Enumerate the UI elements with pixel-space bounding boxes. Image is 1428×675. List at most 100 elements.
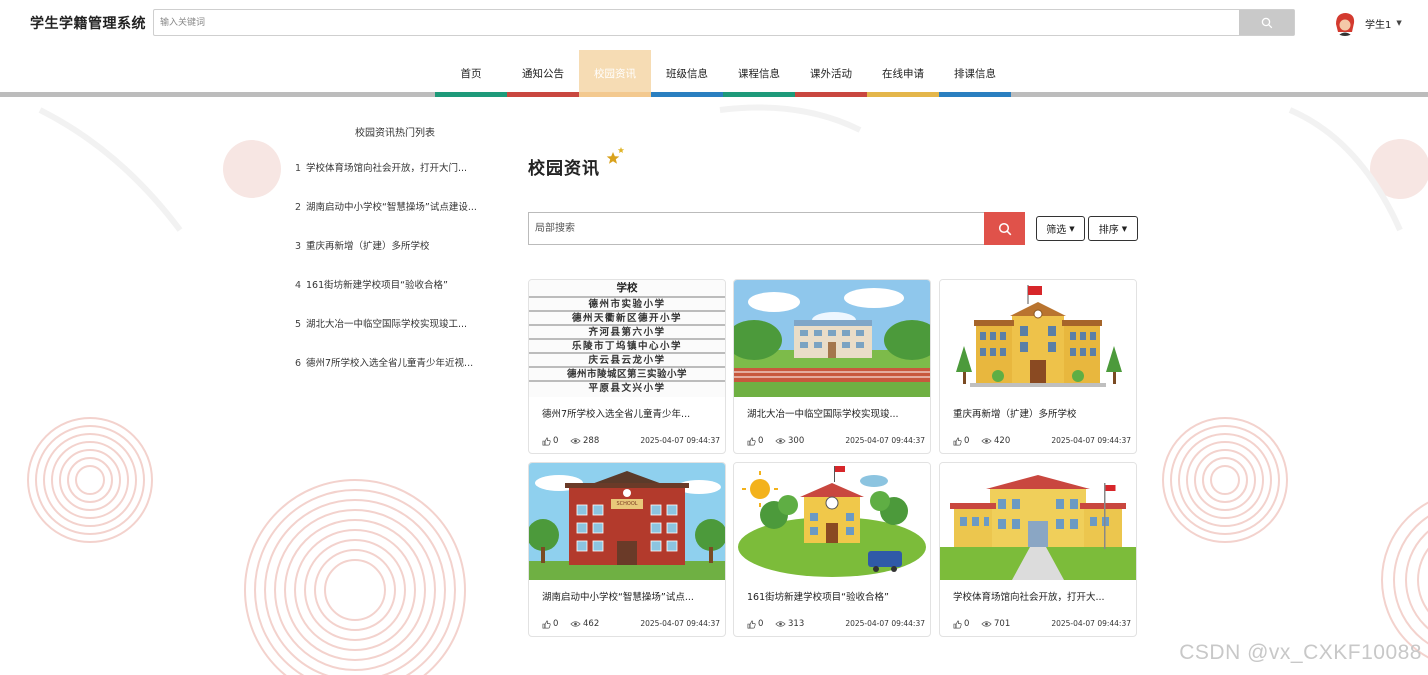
thumbs-up-icon	[953, 620, 962, 628]
like-count[interactable]: 0	[747, 436, 763, 446]
list-item[interactable]: 4 161街坊新建学校项目“验收合格”	[290, 277, 500, 316]
like-count[interactable]: 0	[747, 619, 763, 629]
nav-item-course-info[interactable]: 课程信息	[723, 50, 795, 97]
top-header: 学生学籍管理系统 学生1 ▼	[0, 0, 1428, 46]
chevron-down-icon: ▼	[1121, 224, 1128, 233]
list-item[interactable]: 5 湖北大冶一中临空国际学校实现竣工...	[290, 316, 500, 355]
global-search-box	[153, 9, 1295, 36]
publish-time: 2025-04-07 09:44:37	[845, 436, 925, 445]
table-row: 德州市实验小学	[588, 299, 666, 310]
list-item[interactable]: 6 德州7所学校入选全省儿童青少年近视...	[290, 355, 500, 394]
news-card[interactable]: 161街坊新建学校项目“验收合格” 0 313 2025-04-07 09:44…	[733, 462, 931, 637]
global-search-input[interactable]	[154, 10, 1240, 35]
publish-time: 2025-04-07 09:44:37	[640, 436, 720, 445]
news-card-meta: 0 701 2025-04-07 09:44:37	[953, 619, 1131, 631]
like-count[interactable]: 0	[953, 436, 969, 446]
thumbs-up-icon	[747, 437, 756, 445]
nav-item-class-info[interactable]: 班级信息	[651, 50, 723, 97]
table-header: 学校	[616, 282, 638, 294]
news-card[interactable]: 学校 德州市实验小学 德州天衢新区德开小学 齐河县第六小学 乐陵市丁坞镇中心小学…	[528, 279, 726, 454]
news-card[interactable]: 重庆再新增（扩建）多所学校 0 420 2025-04-07 09:44:37	[939, 279, 1137, 454]
chevron-down-icon[interactable]: ▼	[1396, 19, 1401, 27]
news-card-meta: 0 462 2025-04-07 09:44:37	[542, 619, 720, 631]
eye-icon	[570, 438, 581, 444]
watermark: CSDN @vx_CXKF10088	[1179, 641, 1422, 664]
view-count: 420	[981, 436, 1010, 446]
view-count: 701	[981, 619, 1010, 629]
table-row: 乐陵市丁坞镇中心小学	[571, 341, 682, 352]
like-count[interactable]: 0	[953, 619, 969, 629]
table-row: 平原县文兴小学	[588, 383, 666, 394]
news-card-title: 湖北大冶一中临空国际学校实现竣...	[747, 409, 899, 420]
view-count: 288	[570, 436, 599, 446]
search-icon	[1261, 17, 1272, 28]
nav-item-activities[interactable]: 课外活动	[795, 50, 867, 97]
table-row: 齐河县第六小学	[588, 327, 666, 338]
eye-icon	[775, 438, 786, 444]
nav-item-schedule[interactable]: 排课信息	[939, 50, 1011, 97]
news-card-meta: 0 288 2025-04-07 09:44:37	[542, 436, 720, 448]
publish-time: 2025-04-07 09:44:37	[1051, 619, 1131, 628]
news-thumbnail	[734, 463, 930, 580]
nav-item-online-apply[interactable]: 在线申请	[867, 50, 939, 97]
news-card-title: 学校体育场馆向社会开放，打开大...	[953, 592, 1105, 603]
local-search-button[interactable]	[984, 212, 1025, 245]
news-card-title: 161街坊新建学校项目“验收合格”	[747, 592, 889, 603]
news-card[interactable]: 学校体育场馆向社会开放，打开大... 0 701 2025-04-07 09:4…	[939, 462, 1137, 637]
filter-dropdown-button[interactable]: 筛选 ▼	[1036, 216, 1085, 241]
table-row: 德州天衢新区德开小学	[571, 313, 682, 324]
local-search-box	[528, 212, 1025, 245]
news-thumbnail	[734, 280, 930, 397]
news-card[interactable]: SCHOOL 湖南启动中小学校“智慧操场”试点... 0 462 2025-04…	[528, 462, 726, 637]
view-count: 313	[775, 619, 804, 629]
search-icon	[998, 222, 1011, 235]
global-search-button[interactable]	[1239, 10, 1294, 35]
table-row: 德州市陵城区第三实验小学	[566, 369, 687, 380]
list-item[interactable]: 2 湖南启动中小学校“智慧操场”试点建设...	[290, 199, 500, 238]
hot-list: 1 学校体育场馆向社会开放，打开大门... 2 湖南启动中小学校“智慧操场”试点建设…	[290, 160, 500, 394]
list-item[interactable]: 3 重庆再新增（扩建）多所学校	[290, 238, 500, 277]
sidebar-title: 校园资讯热门列表	[355, 128, 435, 139]
like-count[interactable]: 0	[542, 619, 558, 629]
app-logo-title[interactable]: 学生学籍管理系统	[30, 13, 146, 33]
school-sign-text: SCHOOL	[616, 501, 638, 507]
main-nav: 首页 通知公告 校园资讯 班级信息 课程信息 课外活动 在线申请 排课信息	[435, 50, 1011, 97]
user-menu[interactable]: 学生1 ▼	[1332, 9, 1402, 37]
news-thumbnail	[940, 463, 1136, 580]
nav-item-notices[interactable]: 通知公告	[507, 50, 579, 97]
publish-time: 2025-04-07 09:44:37	[845, 619, 925, 628]
news-card-meta: 0 420 2025-04-07 09:44:37	[953, 436, 1131, 448]
news-card-title: 德州7所学校入选全省儿童青少年...	[542, 409, 691, 420]
news-card-meta: 0 300 2025-04-07 09:44:37	[747, 436, 925, 448]
eye-icon	[981, 621, 992, 627]
table-row: 庆云县云龙小学	[588, 355, 666, 366]
thumbs-up-icon	[542, 620, 551, 628]
thumbs-up-icon	[953, 437, 962, 445]
nav-item-home[interactable]: 首页	[435, 50, 507, 97]
page-title: 校园资讯	[528, 159, 600, 179]
list-item[interactable]: 1 学校体育场馆向社会开放，打开大门...	[290, 160, 500, 199]
news-card-meta: 0 313 2025-04-07 09:44:37	[747, 619, 925, 631]
star-icon	[606, 147, 625, 164]
chevron-down-icon: ▼	[1069, 224, 1075, 233]
view-count: 300	[775, 436, 804, 446]
view-count: 462	[570, 619, 599, 629]
eye-icon	[981, 438, 992, 444]
eye-icon	[775, 621, 786, 627]
publish-time: 2025-04-07 09:44:37	[1051, 436, 1131, 445]
hot-list-sidebar: 校园资讯热门列表 1 学校体育场馆向社会开放，打开大门... 2 湖南启动中小学校“…	[290, 124, 500, 394]
avatar[interactable]	[1332, 10, 1358, 36]
thumbs-up-icon	[542, 437, 551, 445]
sort-dropdown-button[interactable]: 排序 ▼	[1088, 216, 1138, 241]
eye-icon	[570, 621, 581, 627]
like-count[interactable]: 0	[542, 436, 558, 446]
news-thumbnail	[940, 280, 1136, 397]
publish-time: 2025-04-07 09:44:37	[640, 619, 720, 628]
news-thumbnail: SCHOOL	[529, 463, 725, 580]
news-card[interactable]: 湖北大冶一中临空国际学校实现竣... 0 300 2025-04-07 09:4…	[733, 279, 931, 454]
news-card-title: 重庆再新增（扩建）多所学校	[953, 409, 1077, 420]
local-search-input[interactable]	[529, 213, 984, 244]
nav-item-campus-news[interactable]: 校园资讯	[579, 50, 651, 97]
news-card-title: 湖南启动中小学校“智慧操场”试点...	[542, 592, 694, 603]
user-name[interactable]: 学生1	[1365, 16, 1391, 31]
